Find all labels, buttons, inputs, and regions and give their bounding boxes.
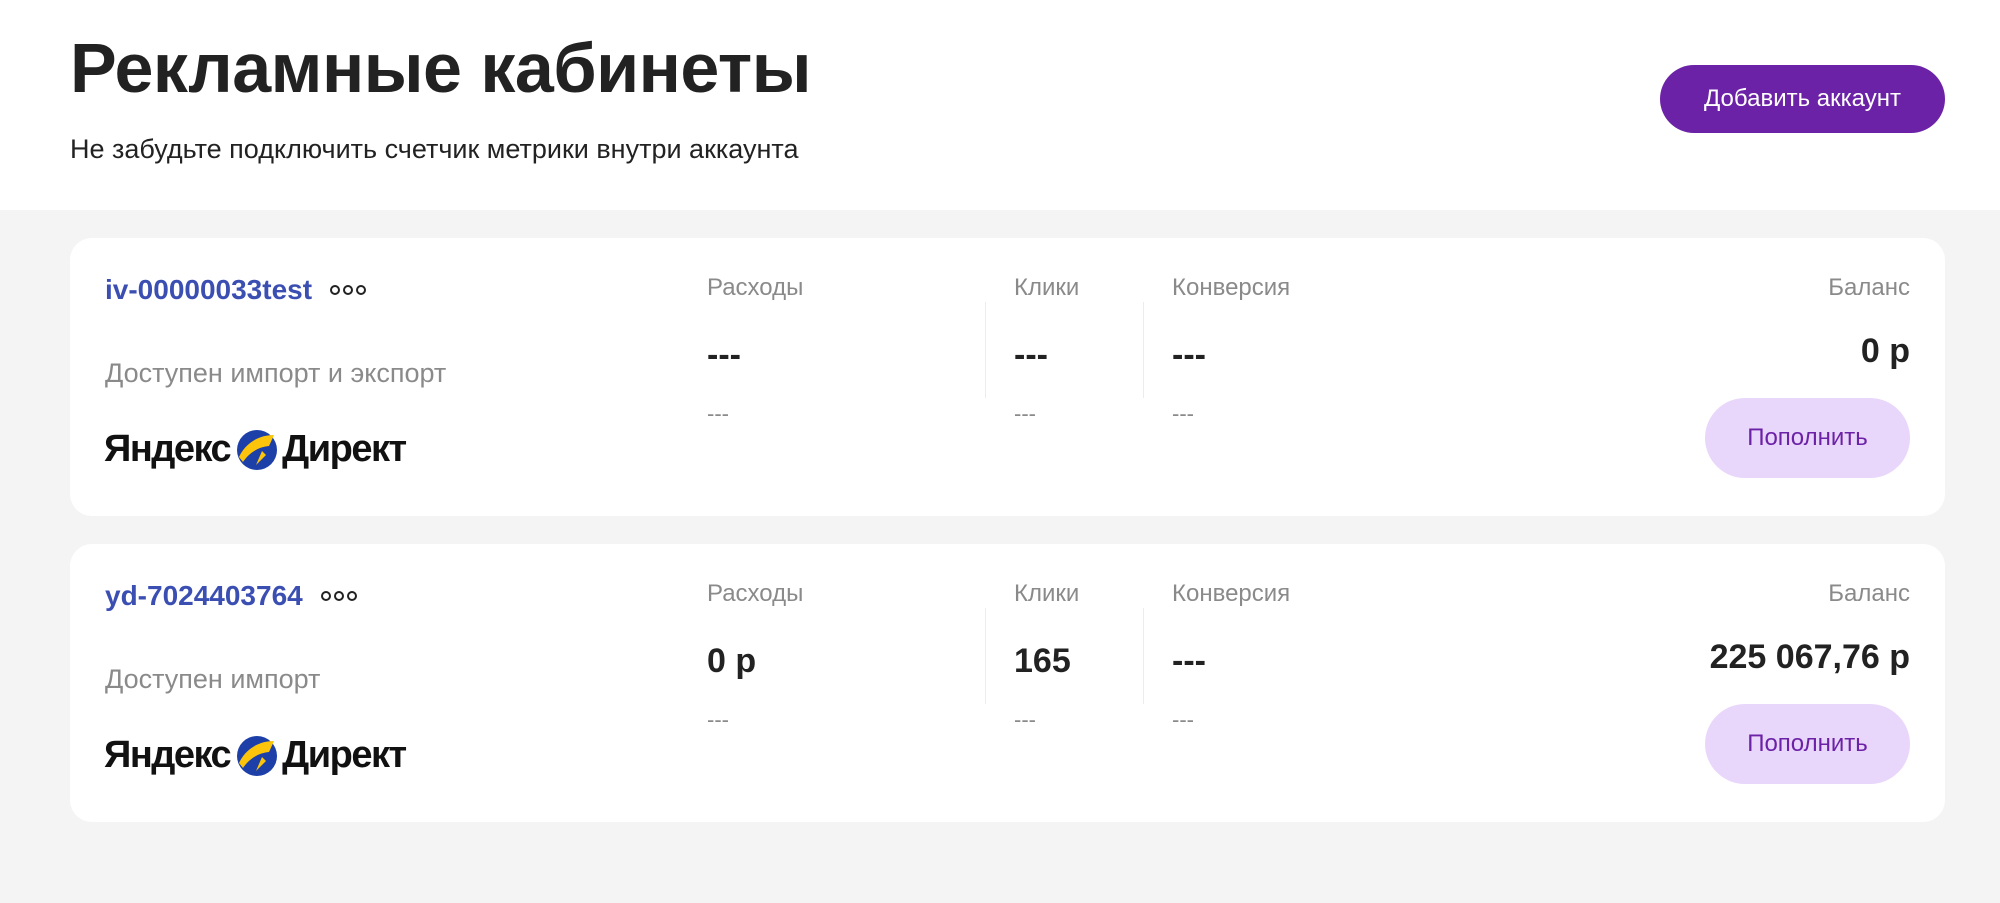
logo-word-left: Яндекс (104, 428, 232, 470)
account-status: Доступен импорт и экспорт (105, 358, 447, 388)
balance-block: Баланс 0 р (1828, 274, 1910, 371)
metric-value: --- (1172, 336, 1206, 374)
metric-label: Конверсия (1172, 274, 1291, 301)
yandex-direct-arrow-icon (237, 429, 278, 470)
metric-label: Клики (1014, 580, 1080, 607)
metric-sub: --- (707, 707, 729, 732)
more-dots-icon[interactable] (328, 281, 368, 299)
divider (1143, 608, 1144, 704)
more-dots-icon[interactable] (319, 587, 359, 605)
yandex-direct-logo: Яндекс Директ (104, 428, 407, 471)
metric-value: --- (1014, 336, 1048, 374)
metric-sub: --- (707, 401, 729, 426)
divider (985, 608, 986, 704)
metric-sub: --- (1172, 401, 1194, 426)
account-card: yd-7024403764 Доступен импорт Яндекс Дир… (70, 544, 1945, 822)
balance-value: 225 067,76 р (1709, 638, 1910, 676)
metric-spend: Расходы 0 р --- (707, 580, 803, 733)
balance-block: Баланс 225 067,76 р (1710, 580, 1910, 677)
logo-word-left: Яндекс (104, 734, 232, 776)
balance-value: 0 р (1860, 332, 1910, 370)
page-subtitle: Не забудьте подключить счетчик метрики в… (70, 134, 799, 164)
metric-clicks: Клики --- --- (1014, 274, 1079, 427)
metric-label: Конверсия (1172, 580, 1291, 607)
account-header: yd-7024403764 (105, 580, 359, 612)
metric-spend: Расходы --- --- (707, 274, 803, 427)
logo-word-right: Директ (282, 734, 407, 776)
metric-conversion: Конверсия --- --- (1172, 580, 1290, 733)
metric-label: Расходы (707, 580, 804, 607)
metric-sub: --- (1172, 707, 1194, 732)
metric-value: --- (1172, 642, 1206, 680)
metric-sub: --- (1014, 401, 1036, 426)
yandex-direct-arrow-icon (237, 735, 278, 776)
account-card: iv-00000033test Доступен импорт и экспор… (70, 238, 1945, 516)
topup-button[interactable]: Пополнить (1705, 704, 1910, 784)
metric-value: --- (707, 336, 741, 374)
yandex-direct-logo: Яндекс Директ (104, 734, 407, 777)
topup-button[interactable]: Пополнить (1705, 398, 1910, 478)
metric-label: Клики (1014, 274, 1080, 301)
balance-label: Баланс (1828, 274, 1910, 301)
logo-word-right: Директ (282, 428, 407, 470)
divider (985, 302, 986, 398)
metric-conversion: Конверсия --- --- (1172, 274, 1290, 427)
metric-clicks: Клики 165 --- (1014, 580, 1079, 733)
add-account-button[interactable]: Добавить аккаунт (1660, 65, 1945, 133)
account-status: Доступен импорт (105, 664, 321, 694)
metric-value: 165 (1014, 642, 1071, 680)
account-name-link[interactable]: yd-7024403764 (105, 580, 303, 612)
divider (1143, 302, 1144, 398)
balance-label: Баланс (1828, 580, 1910, 607)
metric-value: 0 р (707, 642, 757, 680)
account-header: iv-00000033test (105, 274, 368, 306)
account-name-link[interactable]: iv-00000033test (105, 274, 312, 306)
page-title: Рекламные кабинеты (70, 29, 811, 107)
page-header: Рекламные кабинеты Не забудьте подключит… (0, 0, 2000, 210)
metric-label: Расходы (707, 274, 804, 301)
metric-sub: --- (1014, 707, 1036, 732)
